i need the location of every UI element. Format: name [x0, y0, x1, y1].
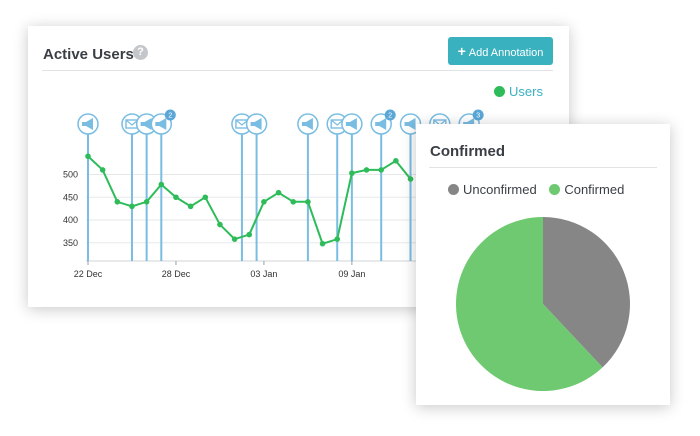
data-point[interactable] [334, 236, 341, 242]
x-tick-label: 03 Jan [250, 269, 277, 279]
y-tick-label: 500 [63, 169, 78, 179]
data-point[interactable] [129, 203, 135, 210]
data-point[interactable] [202, 194, 209, 201]
users-legend-dot [494, 86, 505, 97]
annotation-marker[interactable]: 2 [150, 109, 176, 135]
data-point[interactable] [173, 194, 179, 201]
confirmed-pie-chart [455, 217, 630, 391]
data-point[interactable] [158, 181, 165, 188]
annotation-badge-count: 2 [168, 113, 172, 120]
confirmed-card: Confirmed Unconfirmed Confirmed [416, 124, 670, 405]
data-point[interactable] [246, 231, 253, 238]
data-point[interactable] [187, 203, 194, 210]
data-point[interactable] [231, 236, 238, 242]
data-point[interactable] [85, 153, 91, 160]
annotation-marker[interactable]: 2 [370, 109, 396, 135]
data-point[interactable] [99, 167, 106, 173]
y-tick-label: 350 [63, 238, 78, 248]
annotation-marker[interactable] [297, 113, 319, 135]
annotation-badge-count: 3 [476, 113, 480, 120]
data-point[interactable] [407, 176, 414, 182]
x-tick-label: 28 Dec [162, 269, 191, 279]
data-point[interactable] [275, 189, 282, 196]
chart-legend[interactable]: Users [494, 84, 543, 99]
annotation-badge-count: 2 [388, 113, 392, 120]
data-point[interactable] [349, 170, 355, 176]
data-point[interactable] [290, 199, 297, 205]
users-legend-label: Users [509, 84, 543, 99]
data-point[interactable] [363, 167, 370, 173]
x-tick-label: 22 Dec [74, 269, 103, 279]
data-point[interactable] [305, 199, 311, 205]
data-point[interactable] [114, 199, 121, 205]
data-point[interactable] [261, 199, 267, 205]
data-point[interactable] [143, 199, 150, 205]
annotation-marker[interactable] [341, 113, 363, 135]
annotation-marker[interactable] [77, 113, 99, 135]
data-point[interactable] [319, 240, 326, 247]
data-point[interactable] [217, 221, 223, 228]
data-point[interactable] [393, 158, 399, 164]
y-tick-label: 400 [63, 215, 78, 225]
y-tick-label: 450 [63, 192, 78, 202]
data-point[interactable] [378, 167, 385, 173]
annotation-marker[interactable] [245, 113, 268, 135]
users-series-line [87, 155, 412, 245]
x-tick-label: 09 Jan [338, 269, 365, 279]
